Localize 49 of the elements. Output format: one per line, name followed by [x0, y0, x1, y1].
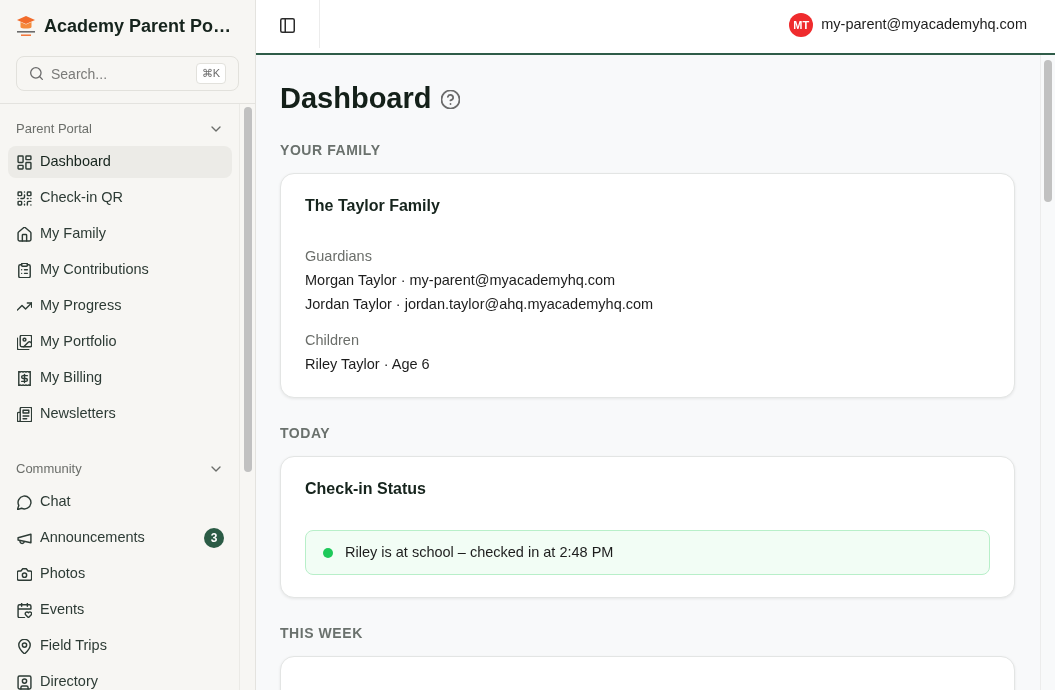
- field-label: Guardians: [305, 247, 373, 266]
- nav-item[interactable]: Announcements 3: [8, 522, 232, 554]
- field-value: Jordan Taylor · jordan.taylor@ahq.myacademyhq.com: [305, 295, 655, 314]
- map-pin-icon: [17, 638, 32, 654]
- scrollbar-thumb[interactable]: [1044, 60, 1052, 202]
- help-icon: [441, 89, 461, 109]
- nav-item[interactable]: Field Trips: [8, 630, 232, 662]
- nav-item[interactable]: My Progress: [8, 290, 232, 322]
- nav-item[interactable]: My Family: [8, 218, 232, 250]
- avatar: MT: [789, 13, 814, 37]
- chat-bubble-icon: [17, 494, 32, 510]
- section-heading: THIS WEEK: [280, 624, 364, 643]
- count-badge: 3: [204, 528, 224, 548]
- shortcut-key: ⌘K: [195, 63, 226, 84]
- panel-icon: [280, 17, 295, 33]
- nav-item[interactable]: Photos: [8, 558, 232, 590]
- nav-item[interactable]: Events: [8, 594, 232, 626]
- user-email: my-parent@myacademyhq.com: [821, 15, 1027, 35]
- nav-item[interactable]: My Billing: [8, 362, 232, 394]
- nav-item[interactable]: Chat: [8, 486, 232, 518]
- grid-icon: [17, 154, 32, 170]
- nav-item[interactable]: Directory: [8, 666, 232, 690]
- qr-code-icon: [17, 190, 32, 206]
- camera-icon: [17, 566, 32, 582]
- search-icon: [30, 67, 43, 80]
- scrollbar-thumb[interactable]: [243, 107, 252, 472]
- nav-item[interactable]: Check-in QR: [8, 182, 232, 214]
- status-text: Riley is at school – checked in at 2:48 PM: [345, 542, 614, 562]
- clipboard-icon: [17, 262, 32, 278]
- field-label: Children: [305, 331, 360, 350]
- nav-item[interactable]: My Portfolio: [8, 326, 232, 358]
- house-icon: [17, 226, 32, 242]
- page-title: Dashboard: [280, 81, 432, 116]
- card-title: The Taylor Family: [305, 196, 441, 216]
- field-value: Morgan Taylor · my-parent@myacademyhq.com: [305, 271, 617, 290]
- section-heading: TODAY: [280, 424, 332, 443]
- image-stack-icon: [17, 334, 32, 350]
- section-heading: YOUR FAMILY: [280, 141, 382, 160]
- receipt-icon: [17, 370, 32, 386]
- calendar-heart-icon: [17, 602, 32, 618]
- app-title: Academy Parent Po…: [44, 15, 232, 37]
- contact-card-icon: [17, 674, 32, 690]
- field-value: Riley Taylor · Age 6: [305, 355, 431, 374]
- card-title: Check-in Status: [305, 479, 427, 499]
- newspaper-icon: [17, 406, 32, 422]
- nav-item[interactable]: Dashboard: [8, 146, 232, 178]
- nav-item[interactable]: Newsletters: [8, 398, 232, 430]
- nav-item[interactable]: My Contributions: [8, 254, 232, 286]
- logo-icon: [16, 15, 36, 37]
